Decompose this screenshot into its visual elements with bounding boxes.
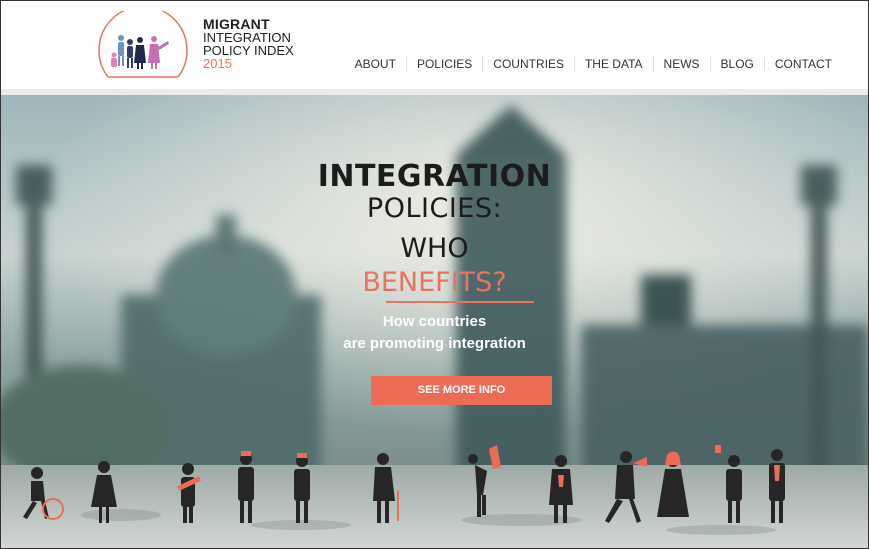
logo-people-icon[interactable] — [94, 5, 190, 83]
hero-headline-1: INTEGRATION — [317, 159, 552, 194]
see-more-info-button[interactable]: SEE MORE INFO — [371, 376, 552, 405]
hero-subtitle-1: How countries — [382, 313, 487, 330]
logo-wordmark[interactable]: MIGRANT INTEGRATION POLICY INDEX 2015 — [203, 17, 294, 71]
logo-year: 2015 — [203, 56, 232, 71]
hero-headline-3: WHO — [400, 233, 469, 264]
hero-banner: INTEGRATION POLICIES: WHO BENEFITS? How … — [1, 95, 868, 548]
nav-countries[interactable]: COUNTRIES — [482, 57, 574, 71]
nav-contact[interactable]: CONTACT — [763, 57, 842, 71]
nav-policies[interactable]: POLICIES — [405, 57, 482, 71]
site-header: MIGRANT INTEGRATION POLICY INDEX 2015 AB… — [1, 1, 868, 89]
page-frame: MIGRANT INTEGRATION POLICY INDEX 2015 AB… — [0, 0, 869, 549]
hero-subtitle-2: are promoting integration — [343, 335, 526, 352]
nav-the-data[interactable]: THE DATA — [573, 57, 653, 71]
nav-news[interactable]: NEWS — [652, 57, 710, 71]
hero-headline-2: POLICIES: — [366, 193, 503, 224]
hero-headline-4: BENEFITS? — [362, 267, 507, 298]
nav-blog[interactable]: BLOG — [709, 57, 764, 71]
headline-underline — [386, 301, 534, 303]
nav-about[interactable]: ABOUT — [345, 57, 406, 71]
migrant-figures-illustration — [23, 445, 785, 523]
main-navigation: ABOUT POLICIES COUNTRIES THE DATA NEWS B… — [345, 57, 842, 71]
